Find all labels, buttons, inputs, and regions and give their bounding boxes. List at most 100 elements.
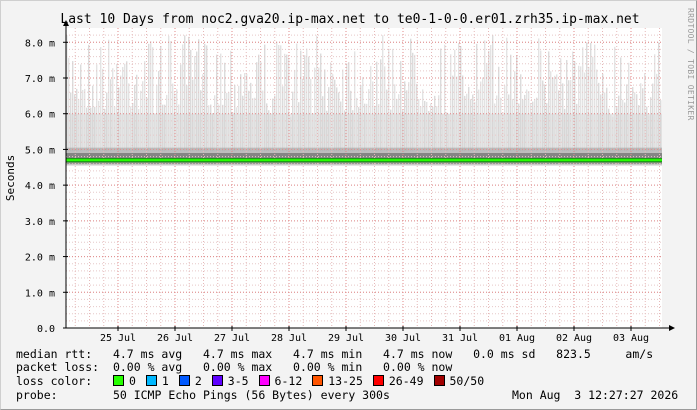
smoke-spike	[94, 106, 96, 152]
smoke-spike	[642, 88, 644, 152]
probe-text: 50 ICMP Echo Pings (56 Bytes) every 300s	[112, 388, 390, 402]
smoke-spike	[100, 47, 102, 152]
packet-loss-avg: 0.00 % avg	[112, 360, 183, 374]
smoke-spike	[548, 51, 550, 152]
smoke-spike	[118, 87, 120, 152]
smoke-spike	[646, 106, 648, 152]
smoke-spike	[186, 85, 188, 152]
x-tick-label: 26 Jul	[157, 333, 193, 344]
loss-color-item-label: 1	[161, 374, 169, 388]
smoke-spike	[424, 100, 426, 152]
smoke-spike	[312, 113, 314, 152]
smoke-spike	[226, 92, 228, 152]
smoke-spike	[650, 97, 652, 152]
median-rtt-avg: 4.7 ms avg	[112, 347, 183, 361]
smoke-spike	[354, 51, 356, 152]
smoke-spike	[352, 110, 354, 152]
y-tick-label: 3.0 m	[25, 217, 55, 228]
median-rtt-am-unit: am/s	[625, 347, 654, 361]
loss-color-item-label: 13-25	[328, 374, 363, 388]
smoke-spike	[414, 54, 416, 152]
smoke-spike	[142, 81, 144, 152]
y-tick-label: 1.0 m	[25, 288, 55, 299]
smoke-spike	[394, 84, 396, 152]
smoke-spike	[216, 54, 218, 152]
loss-color-swatch	[178, 375, 190, 386]
smoke-spike	[68, 57, 70, 152]
smoke-spike	[606, 87, 608, 152]
smoke-spike	[472, 94, 474, 152]
smoke-spike	[506, 37, 508, 152]
smoke-spike	[376, 61, 378, 152]
smoke-spike	[128, 83, 130, 152]
smoke-spike	[196, 51, 198, 152]
loss-color-item: 50/50	[433, 375, 484, 388]
smoke-spike	[334, 79, 336, 152]
smoke-spike	[390, 109, 392, 152]
smoke-spike	[496, 95, 498, 152]
smoke-spike	[298, 102, 300, 152]
smoke-spike	[450, 54, 452, 152]
smoke-spike	[112, 68, 114, 152]
smoke-spike	[560, 58, 562, 152]
smoke-spike	[494, 103, 496, 152]
smoke-spike	[482, 77, 484, 152]
smoke-spike	[220, 53, 222, 152]
packet-loss-row: packet loss: 0.00 % avg 0.00 % max 0.00 …	[16, 361, 452, 374]
smoke-spike	[400, 61, 402, 152]
loss-color-swatch	[112, 375, 124, 386]
packet-loss-max: 0.00 % max	[202, 360, 273, 374]
smoke-spike	[136, 74, 138, 152]
smoke-spike	[542, 80, 544, 152]
smoke-spike	[212, 113, 214, 152]
smoke-spike	[78, 99, 80, 152]
x-tick-labels: 25 Jul 26 Jul 27 Jul 28 Jul 29 Jul 30 Jul 31 J…	[100, 333, 649, 344]
smoke-spike	[412, 52, 414, 152]
smoke-spike	[184, 35, 186, 152]
loss-color-item-label: 6-12	[274, 374, 303, 388]
smoke-spike	[526, 89, 528, 152]
x-tick-label: 01 Aug	[499, 333, 535, 344]
smoke-spike	[586, 42, 588, 152]
smoke-spike	[194, 56, 196, 152]
x-tick-label: 25 Jul	[100, 333, 136, 344]
smoke-spike	[604, 92, 606, 152]
loss-color-item-label: 0	[128, 374, 136, 388]
smoke-spike	[492, 35, 494, 152]
loss-color-swatch	[372, 375, 384, 386]
x-tick-label: 31 Jul	[442, 333, 478, 344]
smoke-spike	[550, 71, 552, 152]
smoke-spike	[464, 95, 466, 152]
smoke-spike	[596, 69, 598, 152]
smoke-spike	[318, 67, 320, 152]
smoke-spike	[538, 38, 540, 152]
smoke-spike	[190, 49, 192, 152]
smoke-spike	[294, 69, 296, 152]
median-rtt-max: 4.7 ms max	[202, 347, 273, 361]
x-tick-label: 03 Aug	[613, 333, 649, 344]
smoke-spike	[154, 113, 156, 152]
smoke-spike	[300, 50, 302, 152]
smoke-spike	[478, 89, 480, 152]
smoke-spike	[498, 66, 500, 152]
smoke-spike	[92, 85, 94, 152]
smoke-spike	[572, 51, 574, 152]
smoke-spike	[612, 116, 614, 152]
smoke-spike	[410, 38, 412, 152]
smoke-spike	[130, 106, 132, 152]
smoke-spike	[98, 100, 100, 152]
smoke-spike	[158, 71, 160, 152]
smoke-spike	[106, 92, 108, 152]
smoke-spike	[370, 66, 372, 152]
smoke-spike	[486, 62, 488, 152]
smoke-spike	[172, 83, 174, 152]
median-rtt-sd: 0.0 ms sd	[473, 347, 536, 361]
smoke-spike	[532, 101, 534, 152]
smoke-spike	[634, 92, 636, 152]
smoke-spike	[562, 83, 564, 152]
smoke-spike	[520, 74, 522, 152]
smoke-spike	[568, 80, 570, 152]
probe-label: probe:	[16, 388, 58, 402]
smoke-spike	[610, 114, 612, 152]
smoke-spike	[342, 69, 344, 152]
